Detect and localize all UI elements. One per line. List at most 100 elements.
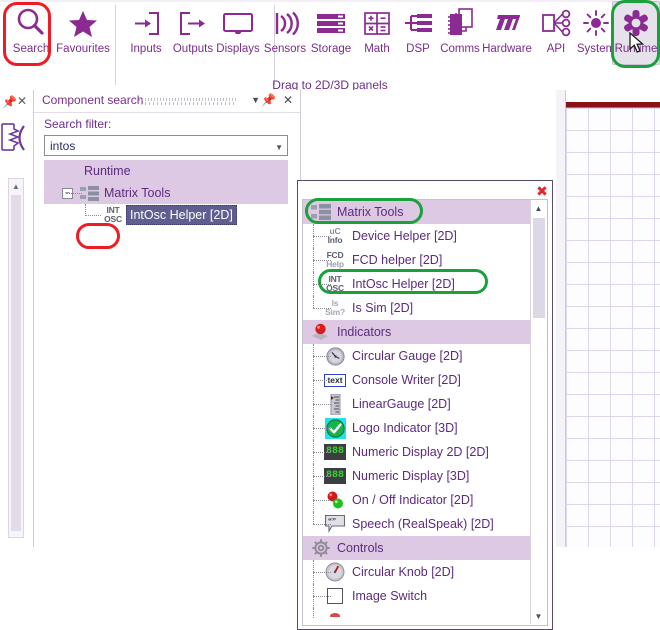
drag-grip-icon[interactable]: [139, 98, 237, 105]
star-icon: [60, 4, 106, 42]
search-filter-label: Search filter:: [44, 117, 112, 131]
ribbon-label-storage: Storage: [310, 43, 352, 55]
list-item[interactable]: LinearGauge [2D]: [303, 392, 531, 416]
chevron-down-icon[interactable]: ▼: [275, 143, 283, 152]
list-item[interactable]: uC Info Device Helper [2D]: [303, 224, 531, 248]
tree-connector: [313, 296, 335, 320]
list-item-label: Numeric Display 2D [2D]: [352, 445, 489, 459]
ribbon-label-inputs: Inputs: [130, 43, 162, 55]
component-list: Matrix Tools uC Info Device Helper [2D] F…: [303, 200, 531, 625]
list-item[interactable]: Logo Indicator [3D]: [303, 416, 531, 440]
tree-label-runtime: Runtime: [84, 164, 131, 178]
tree-connector: [313, 440, 335, 464]
close-icon[interactable]: ✕: [17, 94, 27, 108]
ribbon-button-favourites[interactable]: Favourites: [50, 2, 116, 64]
list-item[interactable]: INT OSC IntOsc Helper [2D]: [303, 272, 531, 296]
tree-connector: [313, 512, 335, 536]
scrollbar-thumb[interactable]: [533, 218, 545, 318]
search-filter-combobox[interactable]: intos ▼: [44, 135, 288, 156]
list-item[interactable]: On / Off Indicator [2D]: [303, 488, 531, 512]
monitor-icon: [215, 4, 261, 42]
search-input-value[interactable]: intos: [50, 139, 75, 153]
group-row-controls[interactable]: Controls: [303, 536, 531, 560]
ribbon-label-outputs: Outputs: [172, 43, 214, 55]
mouse-cursor: [629, 31, 647, 59]
list-item[interactable]: Is Sim? Is Sim [2D]: [303, 296, 531, 320]
list-item-label: FCD helper [2D]: [352, 253, 443, 267]
tree-row-matrix-tools[interactable]: – Matrix Tools: [44, 182, 288, 204]
list-item-label: Console Writer [2D]: [352, 373, 461, 387]
search-results-tree: Runtime – Matrix Tools INT OSC IntOsc He…: [44, 160, 288, 230]
scroll-up-arrow-icon[interactable]: ▲: [531, 201, 546, 216]
list-item-label: Speech (RealSpeak) [2D]: [352, 517, 494, 531]
dialog-scrollbar[interactable]: ▲ ▼: [530, 201, 546, 624]
tree-connector: [313, 344, 335, 368]
pin-icon[interactable]: 📌: [261, 93, 276, 107]
tree-connector: [313, 416, 335, 440]
group-label: Controls: [337, 541, 384, 555]
ribbon-label-api: API: [546, 43, 566, 55]
list-item-label: Is Sim [2D]: [352, 301, 414, 315]
ribbon-label-hardware: Hardware: [482, 43, 532, 55]
list-item[interactable]: text Console Writer [2D]: [303, 368, 531, 392]
tree-row-intosc-helper[interactable]: INT OSC IntOsc Helper [2D]: [44, 204, 288, 226]
group-label: Matrix Tools: [337, 205, 404, 219]
left-strip-scrollbar[interactable]: ▲: [8, 178, 24, 538]
dialog-body: Matrix Tools uC Info Device Helper [2D] F…: [302, 199, 548, 626]
server-stack-icon: [308, 4, 354, 42]
list-item-label: Circular Knob [2D]: [352, 565, 455, 579]
ribbon-label-favourites: Favourites: [56, 43, 110, 55]
chevron-down-icon[interactable]: ▼: [251, 95, 260, 105]
ribbon-label-dsp: DSP: [406, 43, 430, 55]
ribbon-label-comms: Comms: [440, 43, 480, 55]
ribbon-label-math: Math: [364, 43, 390, 55]
signal-waves-icon: [262, 4, 308, 42]
matrix-logo-icon: [484, 4, 530, 42]
red-lamp-icon: [309, 322, 333, 342]
magnifier-icon: [8, 4, 54, 42]
tree-row-runtime[interactable]: Runtime: [44, 160, 288, 182]
list-item[interactable]: “” Speech (RealSpeak) [2D]: [303, 512, 531, 536]
tree-connector: [313, 368, 335, 392]
dialog-titlebar: ✖: [298, 181, 552, 199]
list-item[interactable]: Circular Knob [2D]: [303, 560, 531, 584]
group-row-indicators[interactable]: Indicators: [303, 320, 531, 344]
tree-connector: [313, 272, 335, 296]
canvas-top-gap: [566, 90, 660, 102]
scroll-down-arrow-icon[interactable]: ▼: [531, 609, 546, 624]
list-item[interactable]: 888 Numeric Display 2D [2D]: [303, 440, 531, 464]
arrow-into-box-icon: [123, 4, 169, 42]
component-picker-dialog: ✖ Matrix Tools uC Info Device Helper [2D…: [297, 180, 553, 630]
close-icon[interactable]: ✕: [283, 93, 293, 107]
pin-icon[interactable]: 📌: [2, 95, 17, 109]
tree-connector: [313, 608, 335, 618]
list-item[interactable]: Circular Gauge [2D]: [303, 344, 531, 368]
close-icon[interactable]: ✖: [534, 183, 550, 199]
tree-connector: [313, 248, 335, 272]
design-canvas: [556, 90, 660, 547]
list-item-label: Image Switch: [352, 589, 428, 603]
list-item[interactable]: FCD Help FCD helper [2D]: [303, 248, 531, 272]
canvas-ruler-divider: [566, 107, 660, 108]
matrix-tools-icon: [309, 202, 333, 222]
tree-connector: [313, 560, 335, 584]
scroll-up-arrow-icon[interactable]: ▲: [9, 179, 23, 193]
list-item[interactable]: Image Switch: [303, 584, 531, 608]
canvas-grid[interactable]: [566, 108, 660, 547]
list-item-partial[interactable]: [303, 608, 531, 618]
list-item[interactable]: 888 Numeric Display [3D]: [303, 464, 531, 488]
ribbon-label-sensors: Sensors: [263, 43, 307, 55]
list-item-label: Numeric Display [3D]: [352, 469, 470, 483]
canvas-scrollbar[interactable]: [556, 90, 566, 547]
group-row-matrix-tools[interactable]: Matrix Tools: [303, 200, 531, 224]
scrollbar-thumb[interactable]: [11, 195, 21, 531]
group-label: Indicators: [337, 325, 392, 339]
gear-outline-icon: [309, 538, 333, 558]
ribbon-toolbar: Search Favourites Inputs Outputs Display…: [0, 0, 660, 92]
panel-title: Component search: [42, 93, 144, 107]
left-docked-strip: 📌 ✕ ▲: [0, 90, 34, 547]
tree-connector: [313, 224, 335, 248]
list-item-label: Circular Gauge [2D]: [352, 349, 463, 363]
matrix-tools-icon: [80, 186, 100, 204]
work-area: 📌 ✕ ▲ Component search ▼ 📌 ✕ Search filt…: [0, 90, 660, 630]
